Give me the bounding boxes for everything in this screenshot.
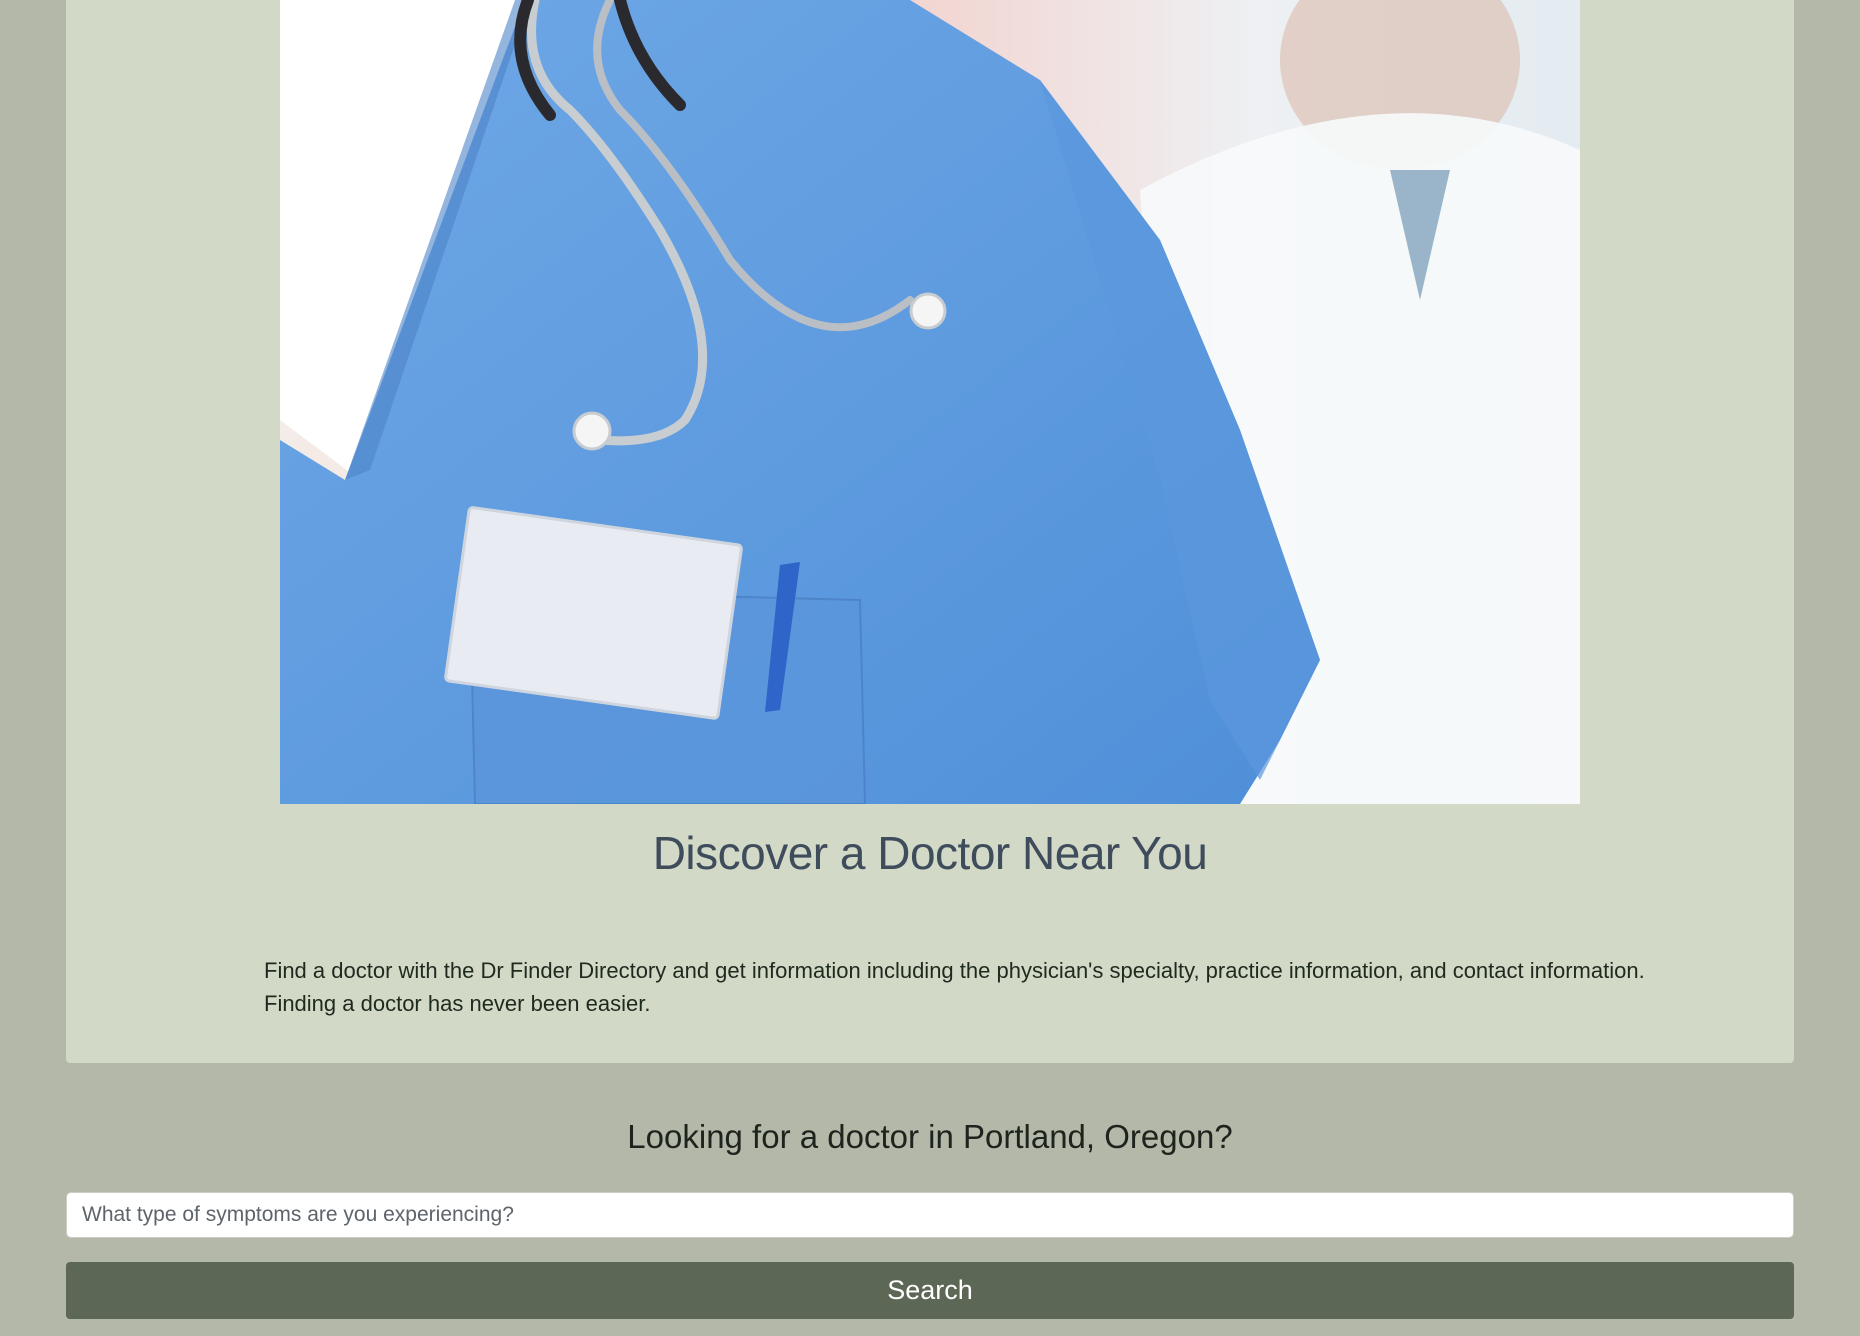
page-title: Discover a Doctor Near You <box>652 827 1208 879</box>
symptom-search-input[interactable] <box>66 1192 1794 1238</box>
hero-image <box>280 0 1580 804</box>
jumbotron: Discover a Doctor Near You Find a doctor… <box>66 0 1794 1063</box>
search-button[interactable]: Search <box>66 1262 1794 1319</box>
intro-paragraph: Find a doctor with the Dr Finder Directo… <box>264 958 1645 1016</box>
search-question-heading: Looking for a doctor in Portland, Oregon… <box>627 1118 1233 1155</box>
